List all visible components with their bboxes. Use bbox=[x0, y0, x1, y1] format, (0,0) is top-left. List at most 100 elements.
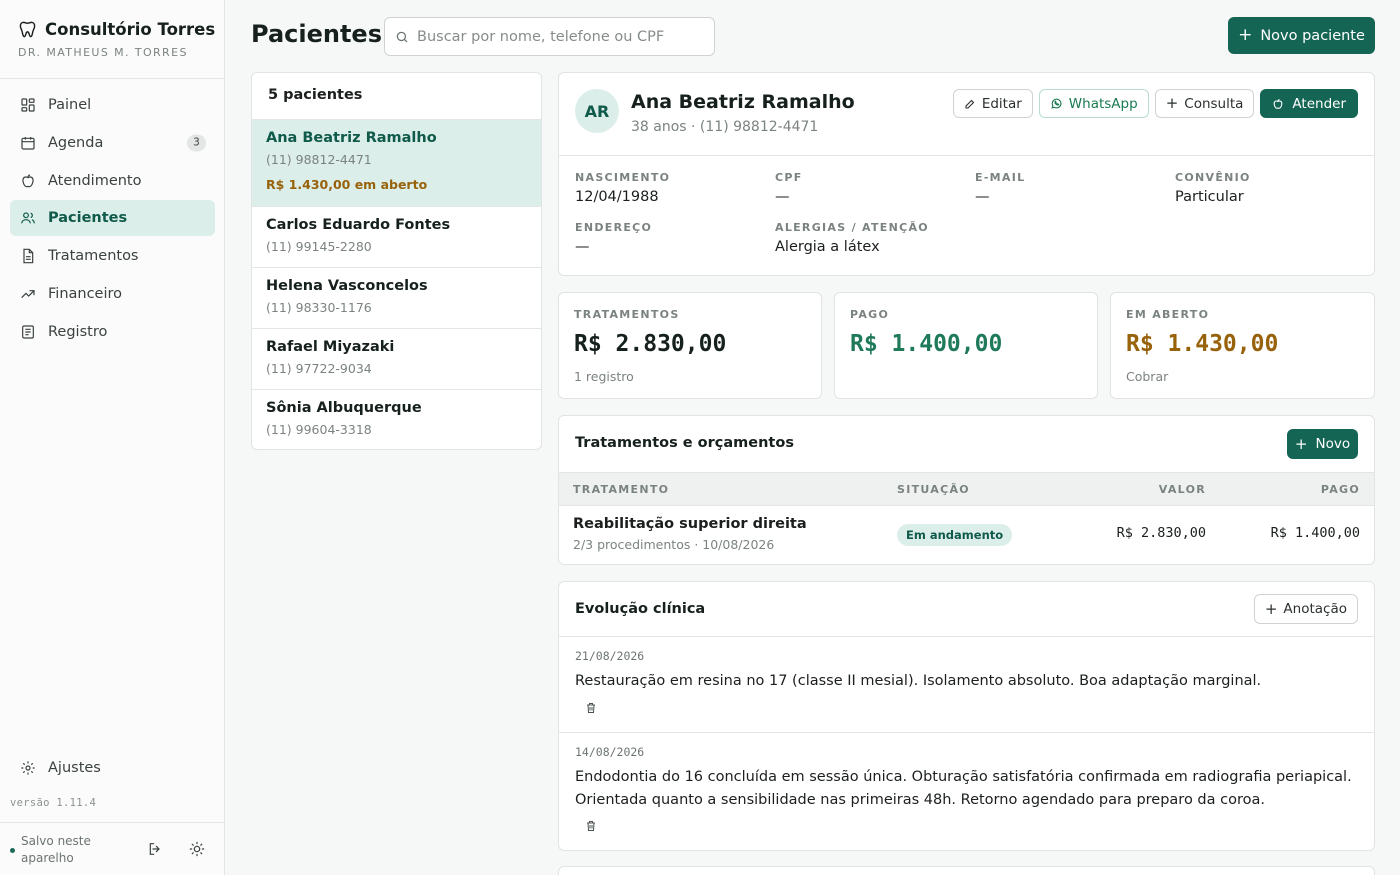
patient-search bbox=[384, 17, 715, 56]
patient-list-item[interactable]: Carlos Eduardo Fontes (11) 99145-2280 bbox=[252, 207, 541, 268]
tooth-icon bbox=[19, 21, 36, 38]
patient-list-item[interactable]: Rafael Miyazaki (11) 97722-9034 bbox=[252, 329, 541, 390]
evolution-text: Restauração em resina no 17 (classe II m… bbox=[575, 673, 1262, 689]
plus-icon: + bbox=[1165, 94, 1179, 112]
field-address: ENDEREÇO — bbox=[575, 221, 652, 255]
nav-item-atendimento[interactable]: Atendimento bbox=[10, 163, 215, 199]
patient-list-item[interactable]: Sônia Albuquerque (11) 99604-3318 bbox=[252, 390, 541, 449]
nav-item-painel[interactable]: Painel bbox=[10, 87, 215, 123]
profile-actions: Editar WhatsApp + Consulta Atender bbox=[952, 89, 1358, 118]
patient-count: 5 pacientes bbox=[252, 73, 541, 120]
field-email: E-MAIL — bbox=[975, 171, 1025, 205]
trending-up-icon bbox=[21, 290, 35, 298]
search-input[interactable] bbox=[417, 28, 707, 45]
grid-icon bbox=[21, 98, 35, 112]
patient-name: Rafael Miyazaki bbox=[266, 339, 395, 355]
nav-label: Atendimento bbox=[48, 172, 142, 189]
section-title: Tratamentos e orçamentos bbox=[575, 435, 794, 451]
status-badge: Em andamento bbox=[897, 524, 1013, 546]
nav-label: Tratamentos bbox=[48, 248, 139, 265]
new-consult-button[interactable]: + Consulta bbox=[1154, 89, 1255, 118]
whatsapp-label: WhatsApp bbox=[1068, 95, 1138, 112]
treatment-paid: R$ 1.400,00 bbox=[1270, 525, 1360, 541]
field-label: E-MAIL bbox=[975, 171, 1026, 184]
table-header: TRATAMENTO SITUAÇÃO VALOR PAGO bbox=[559, 472, 1374, 506]
patient-list-item[interactable]: Ana Beatriz Ramalho (11) 98812-4471 R$ 1… bbox=[252, 120, 541, 207]
section-title: Evolução clínica bbox=[575, 601, 706, 617]
field-value: — bbox=[775, 189, 790, 205]
field-label: ENDEREÇO bbox=[575, 221, 653, 234]
nav-item-registro[interactable]: Registro bbox=[10, 314, 215, 350]
calendar-icon bbox=[21, 136, 35, 150]
stat-value: R$ 1.430,00 bbox=[1126, 331, 1279, 357]
agenda-count-badge: 3 bbox=[187, 134, 206, 152]
attend-button[interactable]: Atender bbox=[1260, 89, 1358, 118]
profile-divider bbox=[559, 155, 1374, 156]
evolution-date: 14/08/2026 bbox=[575, 745, 645, 759]
apple-icon bbox=[22, 174, 34, 187]
field-birth: NASCIMENTO 12/04/1988 bbox=[575, 171, 670, 205]
field-value: Particular bbox=[1175, 189, 1244, 205]
evolution-text: Endodontia do 16 concluída em sessão úni… bbox=[575, 769, 1352, 808]
field-allergy: ALERGIAS / ATENÇÃO Alergia a látex bbox=[775, 221, 929, 255]
plus-icon: + bbox=[1264, 599, 1278, 618]
field-label: CPF bbox=[775, 171, 803, 184]
field-label: CONVÊNIO bbox=[1175, 171, 1251, 184]
sidebar-divider bbox=[0, 78, 225, 79]
patient-phone: (11) 98330-1176 bbox=[266, 300, 372, 315]
gear-icon bbox=[21, 761, 35, 775]
field-value: — bbox=[575, 239, 590, 255]
treatments-card: Tratamentos e orçamentos + Novo TRATAMEN… bbox=[558, 415, 1375, 565]
new-patient-button[interactable]: + Novo paciente bbox=[1228, 17, 1375, 54]
new-treatment-label: Novo bbox=[1315, 436, 1351, 452]
next-section-card bbox=[558, 866, 1375, 875]
edit-button[interactable]: Editar bbox=[952, 89, 1033, 118]
patient-list: 5 pacientes Ana Beatriz Ramalho (11) 988… bbox=[251, 72, 542, 450]
stat-value: R$ 2.830,00 bbox=[574, 331, 727, 357]
stat-treatments: TRATAMENTOS R$ 2.830,00 1 registro bbox=[558, 292, 822, 399]
nav-label: Ajustes bbox=[48, 760, 101, 776]
stat-paid: PAGO R$ 1.400,00 bbox=[834, 292, 1098, 399]
column-header: SITUAÇÃO bbox=[897, 483, 970, 496]
sidebar: Consultório Torres DR. MATHEUS M. TORRES… bbox=[0, 0, 225, 875]
sidebar-footer: Salvo neste aparelho bbox=[0, 822, 225, 875]
patient-list-item[interactable]: Helena Vasconcelos (11) 98330-1176 bbox=[252, 268, 541, 329]
column-header: PAGO bbox=[1320, 483, 1360, 496]
new-treatment-button[interactable]: + Novo bbox=[1287, 429, 1358, 459]
patient-profile-name: Ana Beatriz Ramalho bbox=[631, 91, 855, 113]
add-note-button[interactable]: + Anotação bbox=[1253, 594, 1358, 624]
nav-label: Painel bbox=[48, 97, 92, 113]
column-header: TRATAMENTO bbox=[573, 483, 670, 496]
logout-icon[interactable] bbox=[147, 841, 163, 857]
nav-label: Registro bbox=[48, 323, 108, 340]
whatsapp-icon bbox=[1051, 98, 1062, 109]
attend-label: Atender bbox=[1292, 95, 1346, 112]
brand: Consultório Torres DR. MATHEUS M. TORRES bbox=[18, 20, 218, 59]
patient-phone: (11) 97722-9034 bbox=[266, 361, 372, 376]
treatment-meta: 2/3 procedimentos · 10/08/2026 bbox=[573, 537, 775, 552]
nav-item-tratamentos[interactable]: Tratamentos bbox=[10, 238, 215, 274]
field-label: NASCIMENTO bbox=[575, 171, 671, 184]
trash-icon[interactable] bbox=[585, 702, 597, 714]
sun-icon[interactable] bbox=[189, 841, 205, 857]
search-icon bbox=[396, 31, 408, 42]
trash-icon[interactable] bbox=[585, 820, 597, 832]
stat-sub: Cobrar bbox=[1126, 369, 1169, 384]
add-note-label: Anotação bbox=[1283, 601, 1347, 617]
patient-name: Sônia Albuquerque bbox=[266, 400, 422, 416]
stat-sub: 1 registro bbox=[574, 369, 634, 384]
new-patient-label: Novo paciente bbox=[1260, 27, 1365, 44]
nav-item-pacientes[interactable]: Pacientes bbox=[10, 200, 215, 237]
nav-item-financeiro[interactable]: Financeiro bbox=[10, 276, 215, 312]
treatment-value: R$ 2.830,00 bbox=[1116, 525, 1206, 541]
page-title: Pacientes bbox=[251, 20, 382, 48]
whatsapp-button[interactable]: WhatsApp bbox=[1038, 89, 1149, 118]
nav-item-agenda[interactable]: Agenda 3 bbox=[10, 125, 215, 161]
stat-label: TRATAMENTOS bbox=[574, 308, 680, 321]
patient-name: Carlos Eduardo Fontes bbox=[266, 217, 451, 233]
nav-item-ajustes[interactable]: Ajustes bbox=[10, 750, 215, 786]
apple-icon bbox=[1274, 98, 1283, 109]
patient-phone: (11) 99604-3318 bbox=[266, 422, 372, 437]
field-plan: CONVÊNIO Particular bbox=[1175, 171, 1251, 205]
nav-label: Financeiro bbox=[48, 285, 123, 302]
